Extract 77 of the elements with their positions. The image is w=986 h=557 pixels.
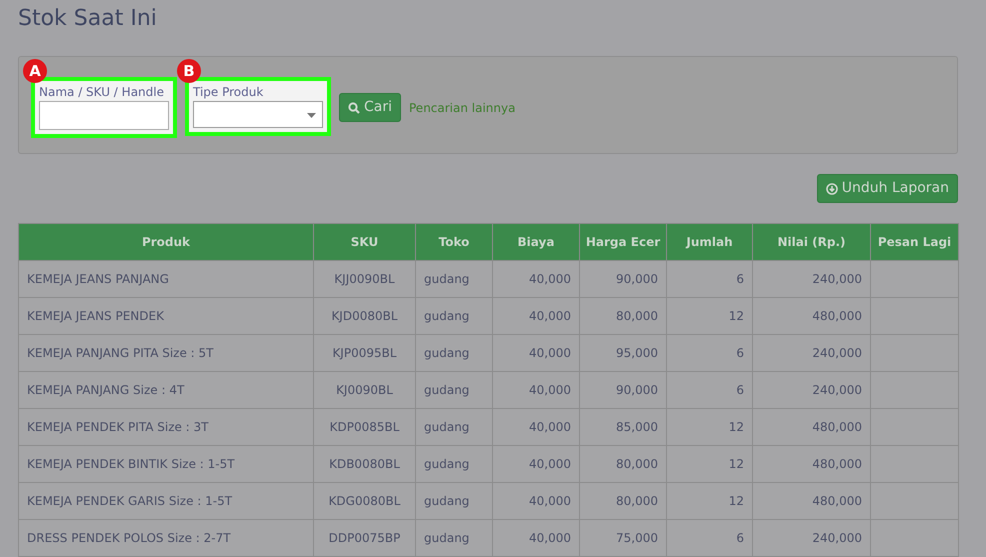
marker-badge: B: [177, 59, 201, 84]
table-cell: KEMEJA PENDEK PITA Size : 3T: [18, 408, 314, 446]
column-header: Nilai (Rp.): [752, 224, 870, 261]
table-cell: KDG0080BL: [314, 482, 416, 520]
select-field[interactable]: [193, 101, 323, 128]
column-header: Harga Ecer: [580, 224, 666, 261]
table-cell: 40,000: [492, 334, 580, 372]
table-cell: gudang: [416, 334, 492, 372]
table-cell: gudang: [416, 408, 492, 446]
table-cell: 40,000: [492, 298, 580, 335]
table-cell: 240,000: [752, 520, 870, 557]
table-cell: KJP0095BL: [314, 334, 416, 372]
marker-badge: A: [23, 59, 47, 84]
table-cell: 240,000: [752, 260, 870, 298]
table-cell: 12: [666, 298, 752, 335]
table-cell: gudang: [416, 482, 492, 520]
table-cell: 240,000: [752, 372, 870, 409]
table-cell: KEMEJA PANJANG PITA Size : 5T: [18, 334, 314, 372]
search-icon: [348, 102, 360, 114]
table-cell: KDP0085BL: [314, 408, 416, 446]
table-cell: 240,000: [752, 334, 870, 372]
page-title: Stok Saat Ini: [18, 6, 158, 32]
table-cell: 40,000: [492, 482, 580, 520]
table-cell: 6: [666, 260, 752, 298]
table-cell: KEMEJA JEANS PENDEK: [18, 298, 314, 335]
column-header: Jumlah: [666, 224, 752, 261]
table-cell: KEMEJA PANJANG Size : 4T: [18, 372, 314, 409]
table-cell: 40,000: [492, 520, 580, 557]
table-cell: gudang: [416, 520, 492, 557]
table-cell: 40,000: [492, 372, 580, 409]
table-cell: 80,000: [580, 482, 666, 520]
table-cell: DDP0075BP: [314, 520, 416, 557]
table-cell: 80,000: [580, 446, 666, 483]
table-cell: 480,000: [752, 408, 870, 446]
table-cell: 480,000: [752, 298, 870, 335]
column-header: Produk: [18, 224, 314, 261]
table-cell: 75,000: [580, 520, 666, 557]
table-cell: KJ0090BL: [314, 372, 416, 409]
table-cell: 480,000: [752, 482, 870, 520]
table-cell: 12: [666, 446, 752, 483]
table-cell: 85,000: [580, 408, 666, 446]
table-cell: 6: [666, 334, 752, 372]
table-cell: 6: [666, 520, 752, 557]
table-cell: 90,000: [580, 372, 666, 409]
column-header: Pesan Lagi: [870, 224, 958, 261]
table-cell: 95,000: [580, 334, 666, 372]
column-header: SKU: [314, 224, 416, 261]
table-cell: 80,000: [580, 298, 666, 335]
table-cell: KEMEJA JEANS PANJANG: [18, 260, 314, 298]
more-search-link[interactable]: Pencarian lainnya: [409, 99, 516, 118]
column-header: Biaya: [492, 224, 580, 261]
table-cell: 6: [666, 372, 752, 409]
table-cell: KJJ0090BL: [314, 260, 416, 298]
table-cell: gudang: [416, 260, 492, 298]
table-cell: 40,000: [492, 446, 580, 483]
column-header: Toko: [416, 224, 492, 261]
input-field[interactable]: [39, 101, 169, 130]
table-cell: gudang: [416, 298, 492, 335]
table-cell: 90,000: [580, 260, 666, 298]
table-cell: KEMEJA PENDEK GARIS Size : 1-5T: [18, 482, 314, 520]
field-label: Tipe Produk: [193, 84, 264, 102]
download-icon: [826, 182, 838, 195]
table-cell: KJD0080BL: [314, 298, 416, 335]
table-cell: KDB0080BL: [314, 446, 416, 483]
caret-icon: [307, 113, 316, 118]
table-cell: 12: [666, 408, 752, 446]
table-cell: gudang: [416, 372, 492, 409]
table-cell: KEMEJA PENDEK BINTIK Size : 1-5T: [18, 446, 314, 483]
table-cell: gudang: [416, 446, 492, 483]
field-label: Nama / SKU / Handle: [39, 84, 165, 102]
table-cell: 40,000: [492, 260, 580, 298]
download-report-button[interactable]: Unduh Laporan: [816, 174, 958, 204]
table-cell: 40,000: [492, 408, 580, 446]
table-cell: DRESS PENDEK POLOS Size : 2-7T: [18, 520, 314, 557]
table-cell: 480,000: [752, 446, 870, 483]
table-cell: 12: [666, 482, 752, 520]
search-button[interactable]: Cari: [339, 93, 401, 122]
